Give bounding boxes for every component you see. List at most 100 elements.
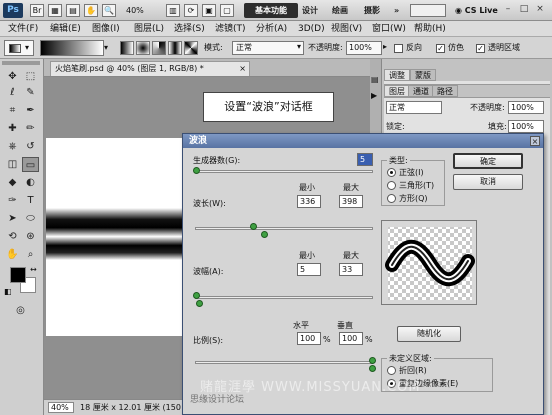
menu-image[interactable]: 图像(I) <box>92 23 120 35</box>
randomize-button[interactable]: 随机化 <box>397 326 461 342</box>
healing-brush-tool-icon[interactable]: ✚ <box>4 121 21 136</box>
clone-stamp-tool-icon[interactable]: ⎈ <box>4 139 21 154</box>
bridge-icon[interactable]: Br <box>30 4 44 17</box>
scale-v-thumb[interactable] <box>369 365 376 372</box>
pen-tool-icon[interactable]: ✑ <box>4 193 21 208</box>
foreground-color-swatch[interactable] <box>10 267 26 283</box>
type-triangle-radio[interactable] <box>387 181 396 190</box>
scale-vertical-field[interactable]: 100 <box>339 332 363 345</box>
marquee-tool-icon[interactable]: ⬚ <box>22 69 39 84</box>
brush-tool-icon[interactable]: ✏ <box>22 121 39 136</box>
wavelength-max-field[interactable]: 398 <box>339 195 363 208</box>
crop-tool-icon[interactable]: ⌗ <box>4 103 21 118</box>
diamond-gradient-button[interactable] <box>184 41 198 55</box>
wrap-around-radio[interactable] <box>387 366 396 375</box>
scale-slider[interactable] <box>195 361 373 364</box>
workspace-painting-link[interactable]: 绘画 <box>332 3 348 18</box>
default-colors-icon[interactable]: ◧ <box>4 287 12 296</box>
workspace-search-field[interactable] <box>410 4 446 17</box>
minibridge-icon[interactable]: ▦ <box>48 4 62 17</box>
gradient-editor-swatch[interactable] <box>40 40 104 56</box>
history-brush-tool-icon[interactable]: ↺ <box>22 139 39 154</box>
linear-gradient-button[interactable] <box>120 41 134 55</box>
close-tab-icon[interactable]: × <box>239 62 246 76</box>
ok-button[interactable]: 确定 <box>453 153 523 169</box>
lasso-tool-icon[interactable]: ℓ <box>4 85 21 100</box>
amplitude-min-field[interactable]: 5 <box>297 263 321 276</box>
workspace-essentials-button[interactable]: 基本功能 <box>244 3 298 18</box>
menu-analysis[interactable]: 分析(A) <box>256 23 287 35</box>
menu-window[interactable]: 窗口(W) <box>372 23 406 35</box>
wavelength-max-thumb[interactable] <box>261 231 268 238</box>
tool-preset-picker[interactable]: ▾ <box>4 40 34 56</box>
panel-actions-icon[interactable]: ▶ <box>371 91 377 100</box>
amplitude-slider[interactable] <box>195 296 373 299</box>
hand-tool-icon[interactable]: ✋ <box>4 247 21 262</box>
workspace-photography-link[interactable]: 摄影 <box>364 3 380 18</box>
angle-gradient-button[interactable] <box>152 41 166 55</box>
close-icon[interactable]: × <box>530 136 540 146</box>
arrange-docs-icon[interactable]: ▣ <box>202 4 216 17</box>
rotate-view-icon[interactable]: ⟳ <box>184 4 198 17</box>
3d-orbit-tool-icon[interactable]: ⊛ <box>22 229 39 244</box>
quick-select-tool-icon[interactable]: ✎ <box>22 85 39 100</box>
reflected-gradient-button[interactable] <box>168 41 182 55</box>
panel-history-icon[interactable]: ▤ <box>371 75 379 84</box>
workspace-design-link[interactable]: 设计 <box>302 3 318 18</box>
amplitude-max-field[interactable]: 33 <box>339 263 363 276</box>
zoom-tool-icon[interactable]: ⌕ <box>22 247 39 262</box>
menu-layer[interactable]: 图层(L) <box>134 23 164 35</box>
tab-layers[interactable]: 图层 <box>384 85 410 97</box>
minimize-button[interactable]: – <box>502 4 514 16</box>
amplitude-max-thumb[interactable] <box>196 300 203 307</box>
shape-tool-icon[interactable]: ⬭ <box>22 211 39 226</box>
quick-mask-icon[interactable]: ◎ <box>12 303 29 318</box>
gradient-picker-chevron-icon[interactable]: ▾ <box>104 40 112 56</box>
more-workspaces-icon[interactable]: » <box>394 3 399 18</box>
move-tool-icon[interactable]: ✥ <box>4 69 21 84</box>
menu-edit[interactable]: 编辑(E) <box>50 23 81 35</box>
generators-slider-thumb[interactable] <box>193 167 200 174</box>
scale-h-thumb[interactable] <box>369 357 376 364</box>
document-canvas[interactable] <box>46 138 188 336</box>
zoom-tool-icon[interactable]: 🔍 <box>102 4 116 17</box>
fill-field[interactable]: 100% <box>508 120 544 133</box>
blend-mode-select[interactable]: 正常 <box>386 101 442 114</box>
view-extras-icon[interactable]: ▤ <box>66 4 80 17</box>
blur-tool-icon[interactable]: ◆ <box>4 175 21 190</box>
generators-field[interactable]: 5 <box>357 153 373 166</box>
swap-colors-icon[interactable]: ↔ <box>30 265 37 274</box>
menu-select[interactable]: 选择(S) <box>174 23 205 35</box>
generators-slider[interactable] <box>195 170 373 173</box>
tab-masks[interactable]: 蒙版 <box>410 69 436 81</box>
menu-help[interactable]: 帮助(H) <box>414 23 446 35</box>
type-tool-icon[interactable]: T <box>22 193 39 208</box>
cancel-button[interactable]: 取消 <box>453 174 523 190</box>
scale-horizontal-field[interactable]: 100 <box>297 332 321 345</box>
screen-mode-icon[interactable]: ▢ <box>220 4 234 17</box>
dodge-tool-icon[interactable]: ◐ <box>22 175 39 190</box>
wavelength-min-field[interactable]: 336 <box>297 195 321 208</box>
3d-rotate-tool-icon[interactable]: ⟲ <box>4 229 21 244</box>
close-window-button[interactable]: × <box>534 4 546 16</box>
opacity-field[interactable]: 100% <box>346 41 382 55</box>
radial-gradient-button[interactable] <box>136 41 150 55</box>
opacity-arrow-icon[interactable]: ▸ <box>383 42 387 51</box>
eyedropper-tool-icon[interactable]: ✒ <box>22 103 39 118</box>
document-tab[interactable]: 火焰笔刷.psd @ 40% (图层 1, RGB/8) * × <box>50 61 250 76</box>
zoom-level-select[interactable]: 40% <box>126 4 164 17</box>
gradient-tool-icon[interactable]: ▭ <box>22 157 39 172</box>
hand-tool-icon[interactable]: ✋ <box>84 4 98 17</box>
type-sine-radio[interactable] <box>387 168 396 177</box>
status-zoom-field[interactable]: 40% <box>48 402 74 413</box>
path-select-tool-icon[interactable]: ➤ <box>4 211 21 226</box>
tab-paths[interactable]: 路径 <box>432 85 458 97</box>
maximize-button[interactable]: □ <box>518 4 530 16</box>
menu-view[interactable]: 视图(V) <box>331 23 362 35</box>
dither-checkbox[interactable]: ✓ <box>436 44 445 53</box>
cs-live-button[interactable]: ◉ CS Live <box>455 3 498 18</box>
menu-file[interactable]: 文件(F) <box>8 23 38 35</box>
tab-adjustments[interactable]: 调整 <box>384 69 410 81</box>
wavelength-slider[interactable] <box>195 227 373 230</box>
eraser-tool-icon[interactable]: ◫ <box>4 157 21 172</box>
